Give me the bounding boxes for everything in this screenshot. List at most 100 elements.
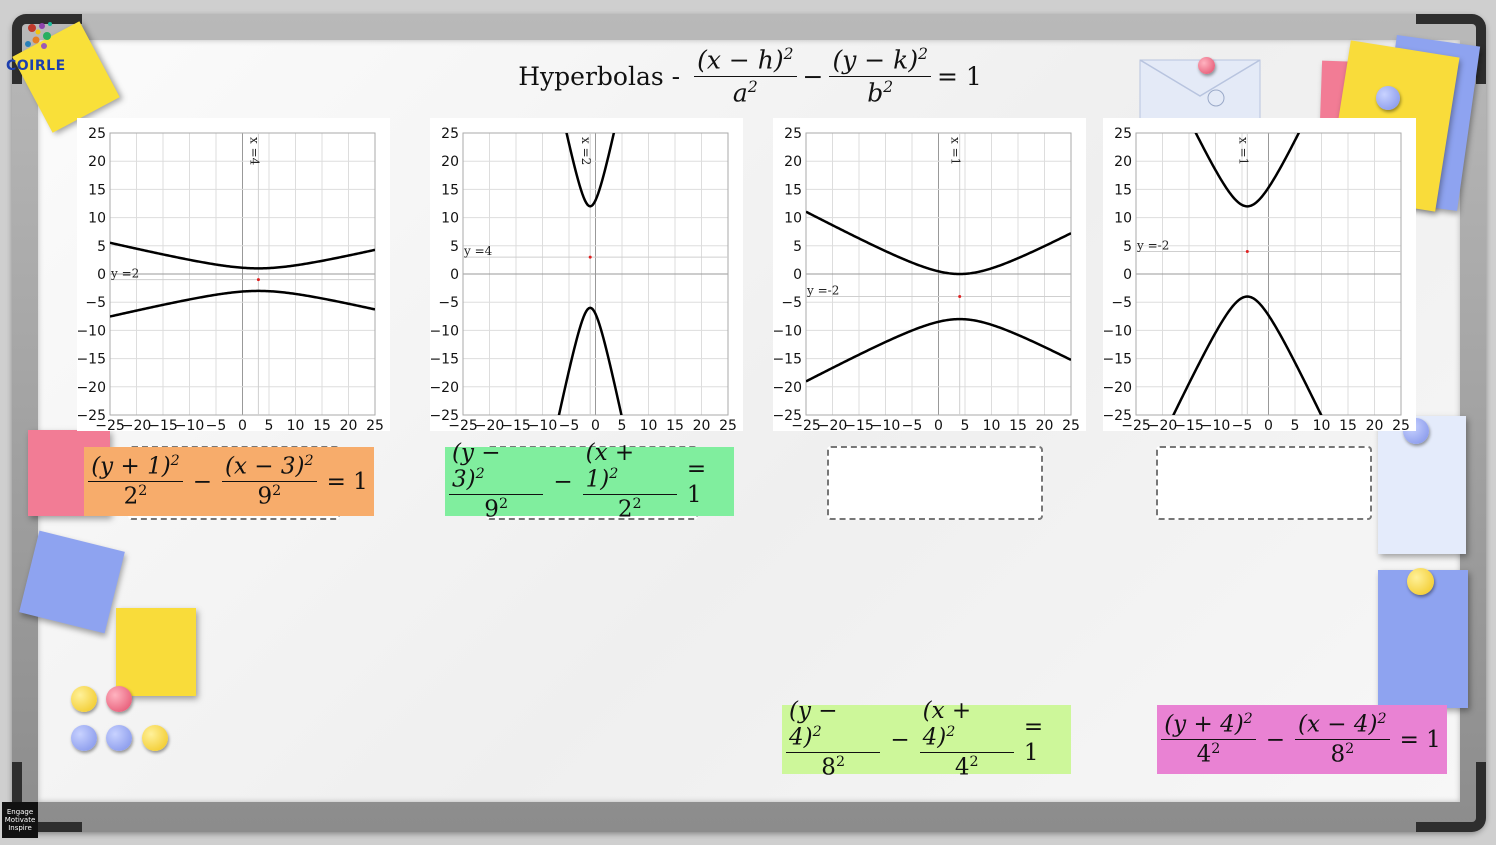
equation-card-1[interactable]: (y + 1)2 22 − (x − 3)2 92 = 1 xyxy=(84,447,374,516)
title-operator: − xyxy=(802,61,824,91)
card4-num1: (y + 4) xyxy=(1164,712,1244,738)
y-tick-label: 15 xyxy=(1114,182,1132,198)
card3-operator: − xyxy=(890,726,910,753)
y-tick-label: −10 xyxy=(430,323,459,339)
card2-den2: 2 xyxy=(617,496,633,523)
center-point xyxy=(588,255,592,259)
hyperbola-graph-4: −25−20−15−10 −5 0 5 10 15 20 25−25−20−15−10−505… xyxy=(1103,118,1416,431)
y-tick-label: 10 xyxy=(1114,211,1132,227)
center-point xyxy=(256,278,260,282)
x-line-label: x =4 xyxy=(247,137,261,166)
exponent: 2 xyxy=(304,453,314,470)
exponent: 2 xyxy=(1211,741,1221,757)
x-tick-label: 15 xyxy=(1009,418,1027,431)
exponent: 2 xyxy=(632,496,642,512)
x-tick-label: 5 xyxy=(1291,418,1300,431)
exponent: 2 xyxy=(138,483,148,499)
x-tick-label: −15 xyxy=(844,418,874,431)
hyperbola-graph-3: −25−20−15−10 −5 0 5 10 15 20 25−25−20−15−10−505… xyxy=(773,118,1086,431)
equation-card-4[interactable]: (y + 4)2 42 − (x − 4)2 82 = 1 xyxy=(1157,705,1447,774)
x-tick-label: 10 xyxy=(983,418,1001,431)
y-tick-label: 10 xyxy=(441,211,459,227)
card3-den2: 4 xyxy=(954,754,970,781)
y-line-label: y =4 xyxy=(463,244,493,258)
drop-zone-3[interactable] xyxy=(827,446,1043,520)
x-tick-label: −20 xyxy=(1148,418,1178,431)
y-tick-label: −10 xyxy=(77,323,106,339)
y-tick-label: −20 xyxy=(77,380,106,396)
x-tick-label: 25 xyxy=(719,418,737,431)
x-tick-label: −5 xyxy=(1232,418,1253,431)
y-tick-label: 20 xyxy=(88,154,106,170)
pin-icon xyxy=(1198,57,1215,74)
x-tick-label: −20 xyxy=(475,418,505,431)
y-tick-label: −5 xyxy=(781,295,802,311)
drop-zone-4[interactable] xyxy=(1156,446,1372,520)
card1-num2: (x − 3) xyxy=(225,454,305,480)
y-tick-label: −20 xyxy=(430,380,459,396)
card4-den1: 4 xyxy=(1196,741,1212,768)
x-tick-label: 20 xyxy=(340,418,358,431)
x-tick-label: 5 xyxy=(265,418,274,431)
x-tick-label: 5 xyxy=(618,418,627,431)
card1-num1: (y + 1) xyxy=(91,454,171,480)
pin-icon xyxy=(71,686,97,712)
y-tick-label: 20 xyxy=(1114,154,1132,170)
y-tick-label: 0 xyxy=(97,267,106,283)
badge-line: Engage xyxy=(6,808,34,816)
x-tick-label: 15 xyxy=(666,418,684,431)
card4-equals: = 1 xyxy=(1399,726,1441,753)
exponent: 2 xyxy=(1377,711,1387,728)
x-tick-label: −10 xyxy=(871,418,901,431)
y-tick-label: 10 xyxy=(88,211,106,227)
y-tick-label: 0 xyxy=(450,267,459,283)
x-tick-label: −20 xyxy=(122,418,152,431)
y-tick-label: 25 xyxy=(88,126,106,142)
equation-card-2[interactable]: (y − 3)2 92 − (x + 1)2 22 = 1 xyxy=(445,440,734,523)
title-prefix: Hyperbolas - xyxy=(518,61,681,91)
card3-den1: 8 xyxy=(821,754,836,781)
title-fraction: (x − h)2 a2 xyxy=(694,45,797,107)
x-tick-label: 15 xyxy=(1339,418,1357,431)
exponent: 2 xyxy=(946,724,956,741)
x-line-label: x =1 xyxy=(1236,137,1250,165)
exponent: 2 xyxy=(1345,741,1355,757)
card4-operator: − xyxy=(1265,726,1286,753)
card1-den2: 9 xyxy=(257,483,273,510)
page-title: Hyperbolas - (x − h)2 a2 − (y − k)2 b2 =… xyxy=(400,40,1100,112)
y-tick-label: 5 xyxy=(450,239,459,255)
logo-icon xyxy=(22,18,56,56)
x-tick-label: −15 xyxy=(501,418,531,431)
exponent: 2 xyxy=(1243,711,1253,728)
x-line-label: x =2 xyxy=(579,137,593,165)
pin-icon xyxy=(1407,568,1434,595)
exponent: 2 xyxy=(475,466,485,483)
y-tick-label: 10 xyxy=(784,211,802,227)
y-tick-label: −10 xyxy=(1103,323,1132,339)
center-point xyxy=(1245,249,1249,253)
y-tick-label: −5 xyxy=(1111,295,1132,311)
y-tick-label: 5 xyxy=(793,239,802,255)
title-den2: b xyxy=(867,77,884,107)
pin-icon xyxy=(71,725,97,751)
y-tick-label: 0 xyxy=(1123,267,1132,283)
equation-card-3[interactable]: (y − 4)2 82 − (x + 4)2 42 = 1 xyxy=(782,698,1071,781)
x-tick-label: 5 xyxy=(961,418,970,431)
y-tick-label: 5 xyxy=(97,239,106,255)
x-tick-label: 15 xyxy=(313,418,331,431)
card2-equals: = 1 xyxy=(686,455,707,508)
x-line-label: x =1 xyxy=(949,137,963,165)
y-tick-label: 25 xyxy=(441,126,459,142)
pin-icon xyxy=(106,725,132,751)
card4-num2: (x − 4) xyxy=(1298,712,1378,738)
x-tick-label: −15 xyxy=(1174,418,1204,431)
y-tick-label: −5 xyxy=(85,295,106,311)
x-tick-label: 25 xyxy=(1062,418,1080,431)
center-point xyxy=(958,295,962,299)
title-num1: (x − h) xyxy=(697,45,784,75)
x-tick-label: 20 xyxy=(693,418,711,431)
y-tick-label: 15 xyxy=(784,182,802,198)
x-tick-label: 0 xyxy=(591,418,600,431)
title-fraction: (y − k)2 b2 xyxy=(829,45,931,107)
y-tick-label: 20 xyxy=(441,154,459,170)
